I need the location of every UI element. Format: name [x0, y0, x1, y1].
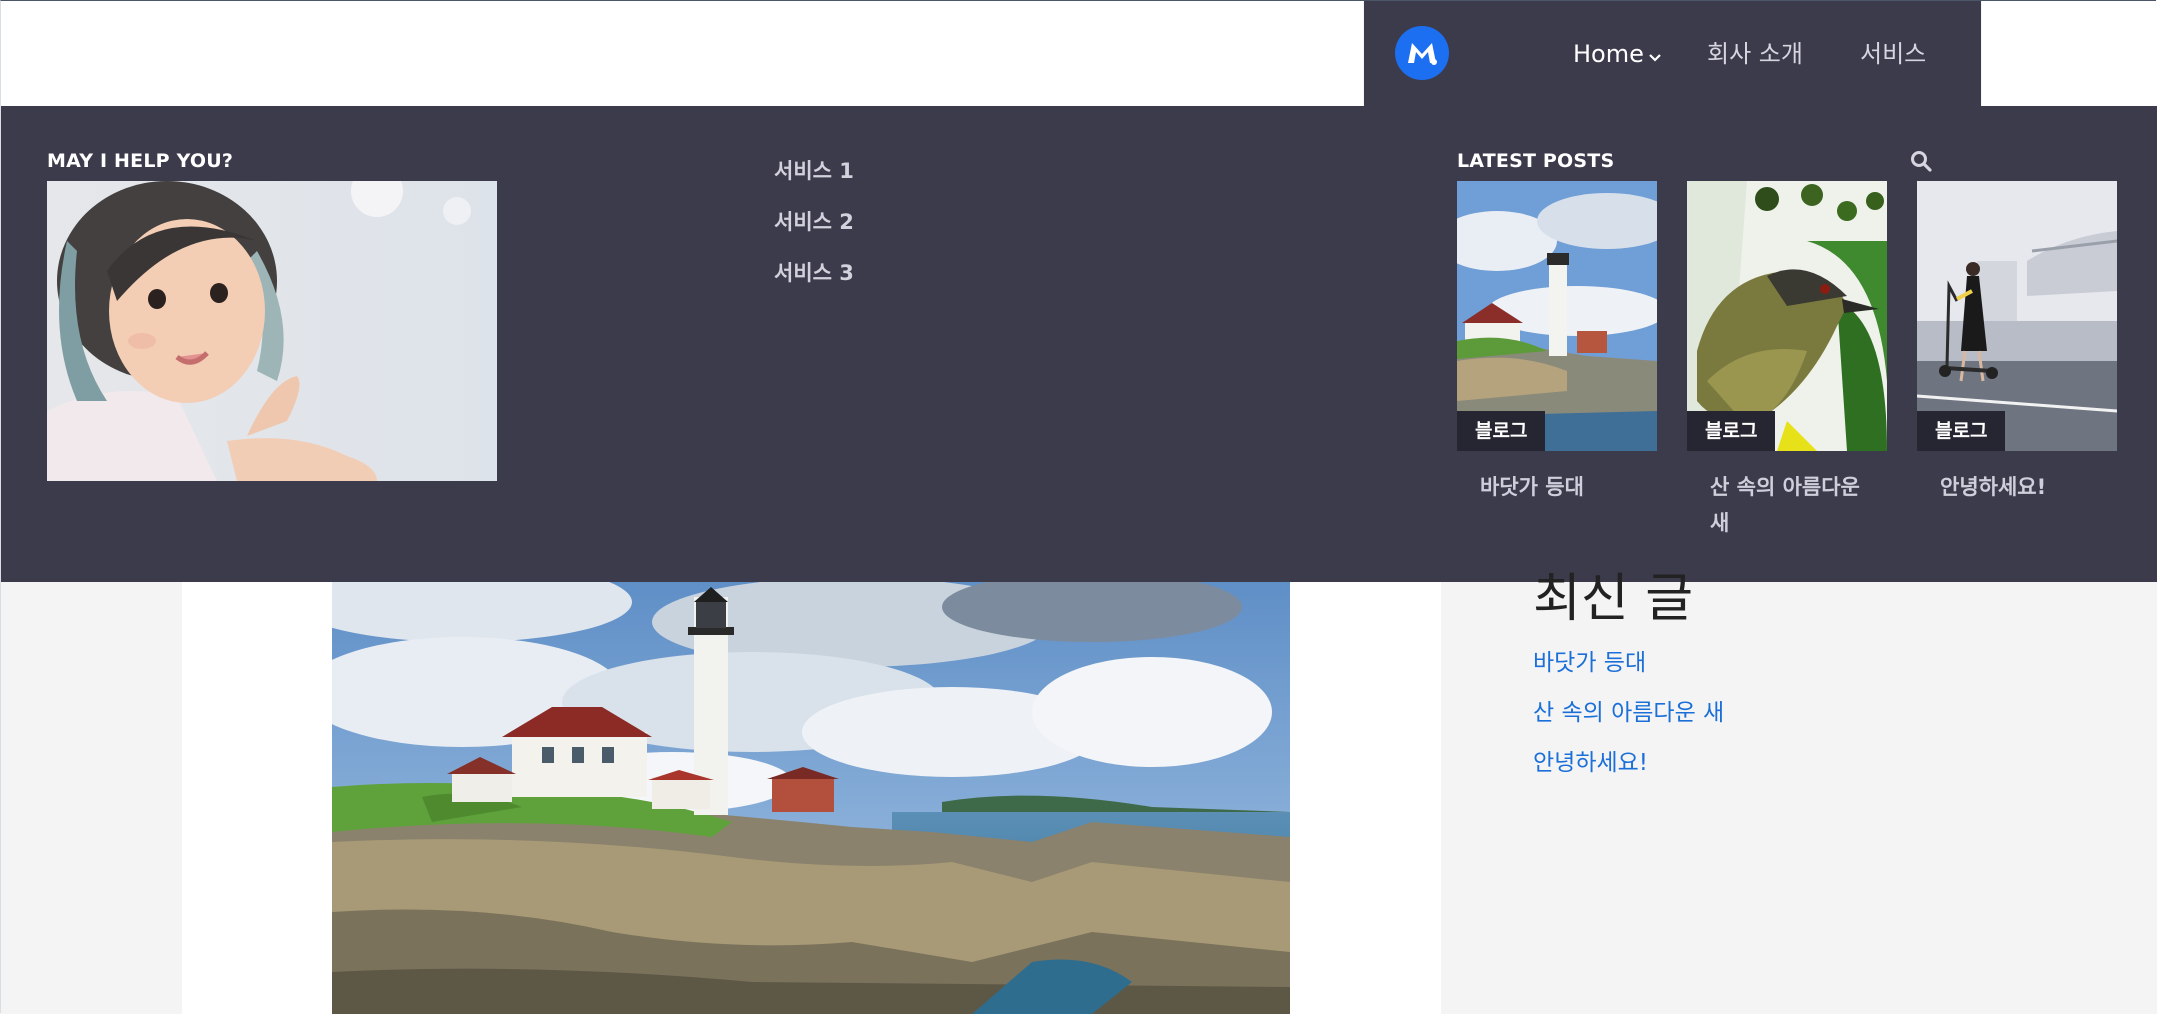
post-category-badge[interactable]: 블로그 [1457, 411, 1546, 451]
post-thumbnail[interactable]: 블로그 [1917, 181, 2117, 451]
post-title[interactable]: 바닷가 등대 [1480, 469, 1635, 505]
service-link-3[interactable]: 서비스 3 [774, 257, 854, 287]
search-icon[interactable] [1909, 149, 1933, 173]
header-left-area [1, 1, 1363, 106]
mega-menu: MAY I HELP YOU? 서비스 1 서비스 2 서비스 3 LATEST… [1, 106, 2157, 582]
service-link-2[interactable]: 서비스 2 [774, 206, 854, 236]
header-right-area [1982, 1, 2157, 106]
sidebar-title: 최신 글 [1533, 569, 1694, 629]
featured-image[interactable] [332, 582, 1290, 1014]
latest-post-card[interactable]: 블로그 안녕하세요! [1917, 181, 2117, 505]
main-content [182, 582, 1441, 1014]
post-thumbnail[interactable]: 블로그 [1687, 181, 1887, 451]
sidebar-post-link[interactable]: 산 속의 아름다운 새 [1533, 688, 1933, 738]
post-category-badge[interactable]: 블로그 [1687, 411, 1776, 451]
nav-item-home[interactable]: Home [1573, 37, 1662, 72]
help-photo [47, 181, 497, 481]
chevron-down-icon [1648, 38, 1662, 72]
service-link-1[interactable]: 서비스 1 [774, 155, 854, 185]
nav-item-about[interactable]: 회사 소개 [1707, 37, 1803, 71]
sidebar-post-link[interactable]: 안녕하세요! [1533, 738, 1933, 788]
nav-item-home-label: Home [1573, 40, 1644, 68]
nav-item-services[interactable]: 서비스 [1860, 37, 1926, 71]
latest-post-card[interactable]: 블로그 바닷가 등대 [1457, 181, 1657, 505]
sidebar-post-link[interactable]: 바닷가 등대 [1533, 638, 1933, 688]
latest-post-card[interactable]: 블로그 산 속의 아름다운 새 [1687, 181, 1887, 541]
logo-icon[interactable] [1395, 26, 1449, 80]
post-thumbnail[interactable]: 블로그 [1457, 181, 1657, 451]
post-category-badge[interactable]: 블로그 [1917, 411, 2006, 451]
latest-posts-heading: LATEST POSTS [1457, 150, 1615, 172]
post-title[interactable]: 산 속의 아름다운 새 [1710, 469, 1865, 541]
post-title[interactable]: 안녕하세요! [1940, 469, 2095, 505]
main-nav: Home 회사 소개 서비스 [1364, 1, 1981, 106]
help-heading: MAY I HELP YOU? [47, 150, 234, 172]
sidebar-recent-posts: 최신 글 바닷가 등대 산 속의 아름다운 새 안녕하세요! [1533, 560, 1933, 788]
